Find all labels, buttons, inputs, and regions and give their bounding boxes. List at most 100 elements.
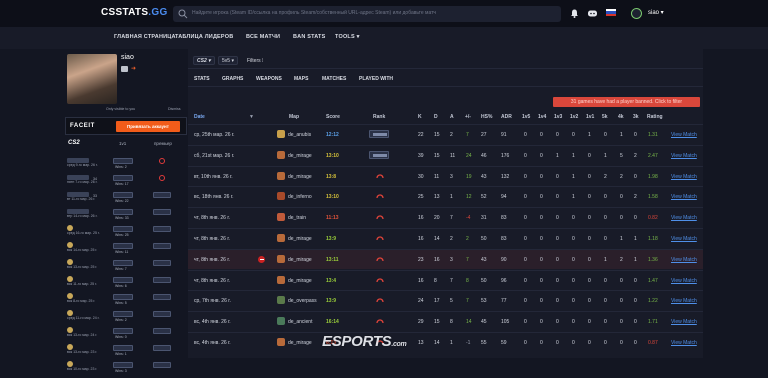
bell-icon[interactable] — [569, 8, 580, 19]
tab-stats[interactable]: STATS — [194, 76, 210, 82]
nav-ban-stats[interactable]: BAN STATS — [293, 34, 325, 40]
col-1v4[interactable]: 1v4 — [538, 114, 546, 120]
match-row[interactable]: чт, 8th янв. 26 г. de_train 11:13 16 20 7 -4 31… — [188, 207, 703, 227]
col-hs[interactable]: HS% — [481, 114, 492, 120]
stat-k5: 0 — [604, 340, 607, 346]
stat-k3: 0 — [634, 173, 637, 180]
match-score: 13:10 — [326, 152, 339, 159]
stat-k5: 0 — [604, 319, 607, 326]
col-1v1[interactable]: 1v1 — [586, 114, 594, 120]
steam-icon[interactable] — [121, 66, 128, 72]
stat-d: 15 — [434, 319, 440, 326]
col-d[interactable]: D — [434, 114, 438, 120]
col-rank[interactable]: Rank — [373, 114, 385, 120]
view-match-link[interactable]: View Match — [671, 194, 697, 200]
view-match-link[interactable]: View Match — [671, 298, 697, 304]
match-row[interactable]: чт, 8th янв. 26 г. de_mirage 13:4 16 8 7 8 50 96… — [188, 269, 703, 290]
col-score[interactable]: Score — [326, 114, 340, 120]
rank-badge — [113, 294, 133, 300]
banned-filter-notice[interactable]: 31 games have had a player banned. Click… — [553, 97, 700, 107]
stat-adr: 77 — [501, 298, 507, 305]
match-row[interactable]: вс, 4th янв. 26 г. de_mirage 6:13 13 14 1 -1 55… — [188, 332, 703, 352]
stat-a: 7 — [450, 215, 453, 222]
match-row[interactable]: ср, 25th мар. 26 г. de_anubis 12:12 22 15 2 7 2… — [188, 124, 703, 144]
match-row[interactable]: вс, 4th янв. 26 г. de_ancient 16:14 29 15 8 14… — [188, 311, 703, 331]
view-match-link[interactable]: View Match — [671, 278, 697, 284]
tab-matches[interactable]: MATCHES — [322, 76, 346, 82]
match-row[interactable]: вс, 18th янв. 26 г. de_inferno 13:10 25 13 1 1… — [188, 186, 703, 206]
faceit-rank-icon — [376, 319, 384, 324]
match-date: вс, 4th янв. 26 г. — [194, 319, 231, 326]
rank-badge — [113, 192, 133, 198]
rank-history-row: вск 14-го мар. 25 г. Wins: 11 — [65, 242, 187, 259]
view-match-link[interactable]: View Match — [671, 340, 697, 346]
col-3k[interactable]: 3k — [633, 114, 639, 120]
user-menu[interactable]: siao ▾ — [648, 9, 664, 16]
view-match-link[interactable]: View Match — [671, 215, 697, 221]
stat-k3: 2 — [634, 194, 637, 201]
rank-date: сред 9-го мар. 26 г. — [67, 163, 98, 167]
wins-count: Wins: 3 — [115, 369, 127, 373]
map-icon — [277, 275, 285, 284]
stat-c1v4: 0 — [540, 236, 543, 242]
mode-select[interactable]: 5v5 ▾ — [218, 56, 238, 65]
tab-played-with[interactable]: PLAYED WITH — [359, 76, 393, 82]
premier-rating-badge — [153, 277, 171, 283]
profile-avatar — [67, 54, 117, 104]
search-input[interactable]: Найдите игрока (Steam ID/ссылка на профи… — [192, 10, 436, 16]
site-logo[interactable]: CSSTATS.GG — [101, 7, 168, 18]
stat-c1v4: 0 — [540, 215, 543, 222]
col-k[interactable]: K — [418, 114, 422, 120]
stat-c1v3: 0 — [556, 236, 559, 242]
game-select[interactable]: CS2 ▾ — [193, 56, 215, 65]
match-row[interactable]: чт, 8th янв. 26 г. de_mirage 13:9 16 14 2 2 50 8… — [188, 228, 703, 248]
col-adr[interactable]: ADR — [501, 114, 512, 120]
link-faceit-button[interactable]: Привязать аккаунт — [116, 121, 180, 132]
rank-date: вт 11-го мар. 26 г. — [67, 197, 96, 201]
stat-k5: 2 — [604, 173, 607, 180]
col-rating[interactable]: Rating — [647, 114, 663, 120]
sort-arrow-icon[interactable]: ▼ — [249, 114, 254, 120]
col-plusminus[interactable]: +/- — [465, 114, 471, 120]
filters-button[interactable]: Filters ⁞ — [247, 58, 263, 64]
col-1v2[interactable]: 1v2 — [570, 114, 578, 120]
col-4k[interactable]: 4k — [618, 114, 624, 120]
nav-leaderboard[interactable]: ТАБЛИЦА ЛИДЕРОВ — [175, 34, 233, 40]
view-match-link[interactable]: View Match — [671, 132, 697, 138]
stat-a: 8 — [450, 319, 453, 326]
stat-adr: 83 — [501, 236, 507, 242]
col-1v5[interactable]: 1v5 — [522, 114, 530, 120]
stat-k4: 1 — [620, 132, 623, 138]
col-a[interactable]: A — [450, 114, 454, 120]
col-5k[interactable]: 5k — [602, 114, 608, 120]
share-arrow-icon[interactable]: ➜ — [131, 65, 136, 72]
match-row[interactable]: сб, 21st мар. 26 г. de_mirage 13:10 39 15 11 2… — [188, 144, 703, 165]
tab-maps[interactable]: MAPS — [294, 76, 308, 82]
nav-tools[interactable]: TOOLS ▾ — [335, 34, 360, 40]
view-match-link[interactable]: View Match — [671, 236, 697, 242]
tab-graphs[interactable]: GRAPHS — [222, 76, 243, 82]
stat-rating: 1.22 — [648, 298, 658, 305]
stat-c1v2: 1 — [572, 194, 575, 201]
nav-home[interactable]: ГЛАВНАЯ СТРАНИЦА — [114, 34, 176, 40]
tab-weapons[interactable]: WEAPONS — [256, 76, 282, 82]
discord-icon[interactable] — [587, 8, 598, 19]
user-avatar[interactable] — [631, 8, 642, 19]
col-map[interactable]: Map — [289, 114, 299, 120]
view-match-link[interactable]: View Match — [671, 257, 697, 263]
language-flag-icon[interactable] — [606, 9, 616, 16]
col-date[interactable]: Date — [194, 114, 205, 120]
col-1v3[interactable]: 1v3 — [554, 114, 562, 120]
stat-c1v1: 0 — [588, 340, 591, 346]
stat-hs: 27 — [481, 132, 487, 138]
view-match-link[interactable]: View Match — [671, 319, 697, 325]
match-score: 13:4 — [326, 277, 337, 284]
view-match-link[interactable]: View Match — [671, 153, 697, 159]
match-row[interactable]: вт, 10th янв. 26 г. de_mirage 13:8 30 11 3 19 4… — [188, 165, 703, 186]
match-row[interactable]: ср, 7th янв. 26 г. de_overpass 13:9 24 17 5 7 5… — [188, 290, 703, 310]
view-match-link[interactable]: View Match — [671, 174, 697, 180]
search-bar[interactable]: Найдите игрока (Steam ID/ссылка на профи… — [173, 6, 561, 22]
dismiss-link[interactable]: Dismiss — [168, 107, 181, 111]
match-row[interactable]: чт, 8th янв. 26 г. de_mirage 13:11 23 16 3 7 43… — [188, 248, 703, 269]
nav-all-matches[interactable]: ВСЕ МАТЧИ — [246, 34, 280, 40]
